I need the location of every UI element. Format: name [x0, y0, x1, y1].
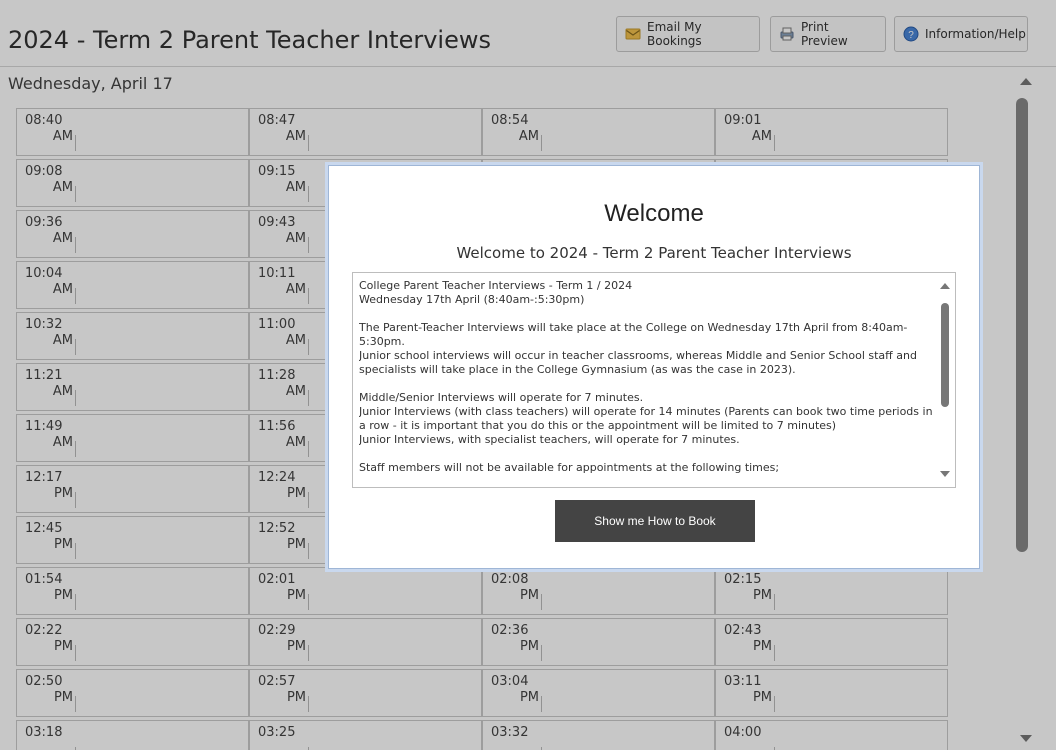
welcome-textbox[interactable]: College Parent Teacher Interviews - Term…	[352, 272, 956, 488]
welcome-paragraph: The Parent-Teacher Interviews will take …	[359, 321, 917, 376]
welcome-paragraph: College Parent Teacher Interviews - Term…	[359, 279, 633, 306]
welcome-text: College Parent Teacher Interviews - Term…	[359, 279, 933, 485]
textbox-scroll-up-icon[interactable]	[940, 283, 950, 289]
textbox-scroll-thumb[interactable]	[941, 303, 949, 407]
page: 2024 - Term 2 Parent Teacher Interviews …	[0, 0, 1056, 750]
welcome-modal: Welcome Welcome to 2024 - Term 2 Parent …	[328, 165, 980, 569]
show-me-how-to-book-button[interactable]: Show me How to Book	[555, 500, 755, 542]
modal-subheading: Welcome to 2024 - Term 2 Parent Teacher …	[456, 244, 852, 262]
welcome-paragraph: Middle/Senior Interviews will operate fo…	[359, 391, 933, 446]
textbox-scroll-down-icon[interactable]	[940, 471, 950, 477]
modal-heading: Welcome	[604, 200, 704, 227]
welcome-paragraph: Staff members will not be available for …	[359, 461, 780, 474]
textbox-scrollbar[interactable]	[935, 273, 955, 487]
